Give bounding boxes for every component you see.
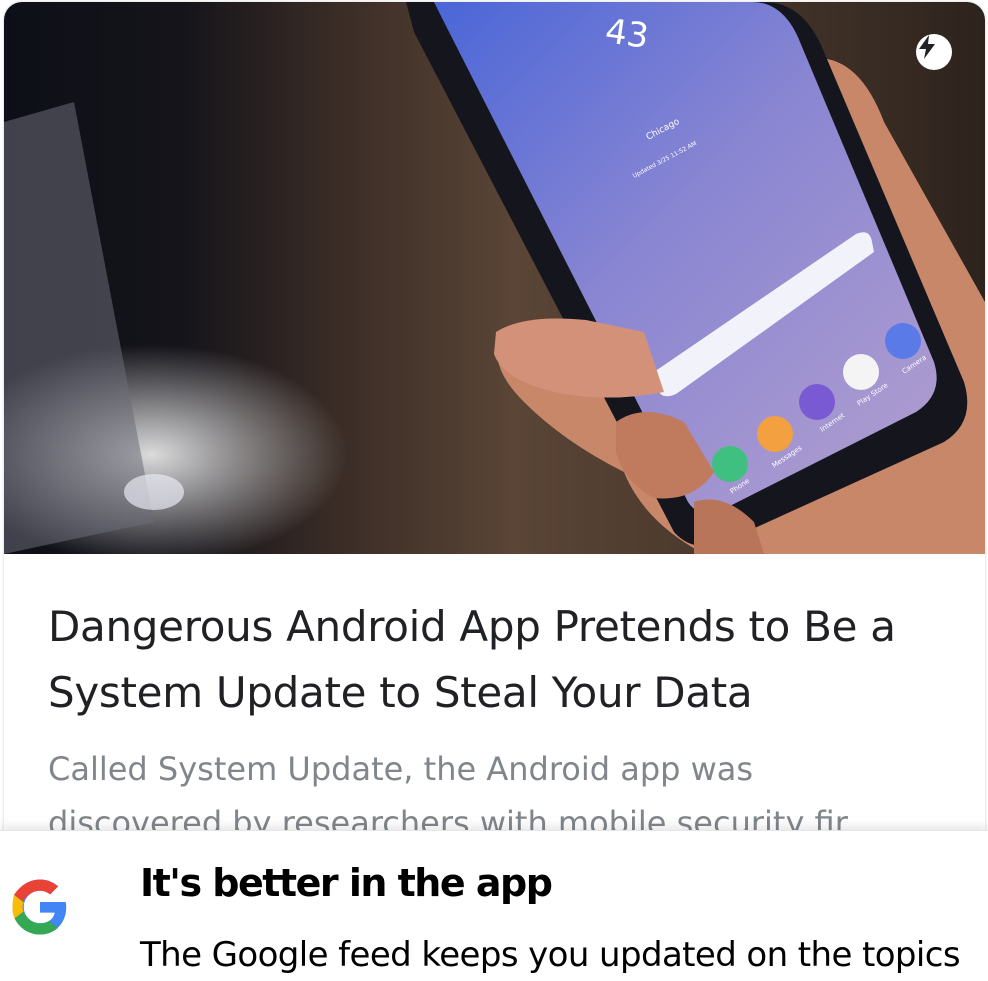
banner-description: The Google feed keeps you updated on the… — [140, 935, 961, 975]
phone-in-hand-photo: 43 Chicago Updated 3/25 11:52 AM Phone M… — [4, 2, 985, 554]
article-snippet: Called System Update, the Android app wa… — [48, 750, 876, 834]
app-promo-banner[interactable]: It's better in the app The Google feed k… — [0, 830, 988, 981]
article-headline[interactable]: Dangerous Android App Pretends to Be a S… — [48, 594, 948, 726]
amp-lightning-icon — [916, 34, 952, 70]
google-g-logo — [12, 879, 67, 935]
article-image[interactable]: 43 Chicago Updated 3/25 11:52 AM Phone M… — [4, 2, 985, 554]
banner-title: It's better in the app — [140, 861, 553, 905]
phone-clock: 43 — [603, 11, 651, 57]
